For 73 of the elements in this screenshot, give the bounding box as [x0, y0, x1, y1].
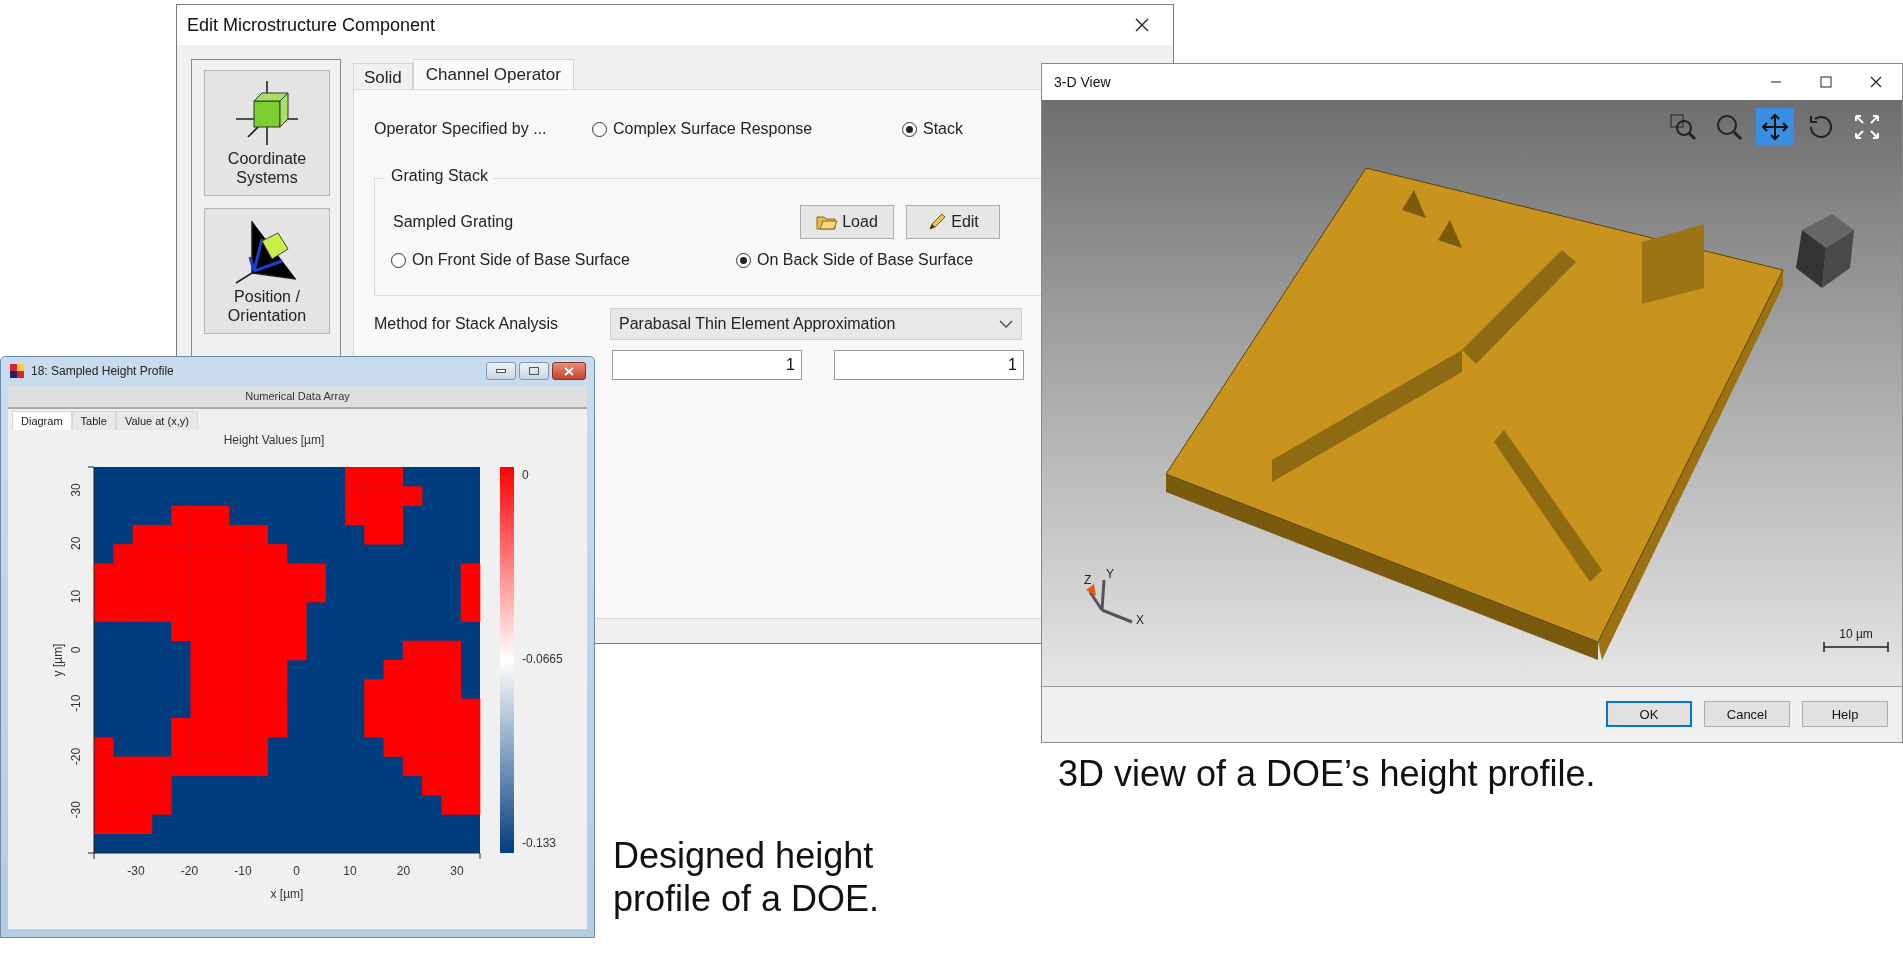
input-field[interactable]: 1: [612, 350, 802, 380]
window-title: Edit Microstructure Component: [187, 14, 436, 36]
dialog-button[interactable]: OK: [1606, 701, 1692, 727]
window-title: 18: Sampled Height Profile: [31, 364, 175, 378]
caption: 3D view of a DOE’s height profile.: [1058, 752, 1596, 796]
tick-label: 10: [69, 589, 83, 604]
colorbar-label: -0.133: [522, 836, 557, 850]
folder-icon: [816, 213, 839, 231]
caption: Designed height profile of a DOE.: [613, 834, 881, 921]
tick-label: -30: [69, 801, 83, 819]
chart-title: Height Values [µm]: [223, 433, 325, 447]
chevron-down-icon: [999, 320, 1013, 328]
tick-label: 30: [69, 483, 83, 497]
tick-label: 0: [293, 864, 300, 878]
close-icon: [564, 366, 574, 376]
axis-label: X: [1136, 613, 1144, 627]
axis-label: y [µm]: [51, 643, 65, 677]
group-title: Grating Stack: [385, 167, 494, 185]
toolbar-button[interactable]: Edit: [906, 205, 1000, 239]
search-icon: [1715, 113, 1743, 141]
field-label: Operator Specified by ...: [374, 120, 548, 138]
toolbar-button[interactable]: Load: [800, 205, 894, 239]
axis-label: Y: [1106, 567, 1114, 581]
tick-label: -20: [69, 747, 83, 766]
item-label: Sampled Grating: [393, 213, 515, 231]
tick-label: 0: [69, 646, 83, 654]
scale-bar: [1823, 641, 1889, 653]
maximize-icon: [529, 367, 539, 375]
close-button[interactable]: [552, 362, 586, 380]
tab[interactable]: Diagram: [12, 411, 72, 430]
pencil-icon: [927, 212, 948, 232]
tick-label: 20: [69, 536, 83, 550]
tab[interactable]: Solid: [353, 63, 413, 89]
dialog-button[interactable]: Help: [1802, 701, 1888, 727]
colorbar-label: 0: [522, 468, 529, 482]
tick-label: -10: [69, 694, 83, 712]
zoom-region-icon: [1669, 113, 1697, 141]
rotate-icon: [1807, 113, 1835, 141]
sidebar-button[interactable]: Coordinate Systems: [204, 70, 330, 196]
maximize-button[interactable]: [519, 362, 549, 380]
app-icon: [9, 363, 25, 379]
toolbar-button[interactable]: [1756, 108, 1794, 146]
tab[interactable]: Value at (x,y): [115, 411, 198, 430]
scale-label: 10 µm: [1839, 627, 1873, 641]
tick-label: 20: [396, 864, 411, 878]
close-icon[interactable]: [1870, 76, 1882, 88]
close-icon[interactable]: [1135, 18, 1149, 32]
colorbar-label: -0.0665: [522, 652, 563, 666]
move-icon: [1761, 113, 1789, 141]
radio-option[interactable]: On Back Side of Base Surface: [736, 251, 974, 269]
tick-label: -30: [127, 864, 145, 878]
radio-option[interactable]: Complex Surface Response: [592, 120, 902, 138]
dialog-button[interactable]: Cancel: [1704, 701, 1790, 727]
tab[interactable]: Channel Operator: [412, 59, 574, 89]
dropdown[interactable]: Parabasal Thin Element Approximation: [610, 308, 1022, 340]
radio-option[interactable]: On Front Side of Base Surface: [391, 251, 736, 269]
axis-label: x [µm]: [270, 887, 304, 901]
minimize-button[interactable]: [486, 362, 516, 380]
input-field[interactable]: 1: [834, 350, 1024, 380]
tick-label: 10: [343, 864, 357, 878]
tick-label: 30: [450, 864, 464, 878]
axis-label: Z: [1084, 573, 1092, 587]
field-label: Method for Stack Analysis: [374, 315, 560, 333]
minimize-icon: [496, 369, 506, 373]
tick-label: -10: [234, 864, 252, 878]
panel-header: Numerical Data Array: [8, 385, 587, 409]
tab[interactable]: Table: [71, 411, 116, 430]
sidebar-button[interactable]: Position / Orientation: [204, 208, 330, 334]
expand-icon: [1853, 113, 1881, 141]
tick-label: -20: [180, 864, 199, 878]
radio-option[interactable]: Stack: [902, 120, 963, 138]
window-title: 3-D View: [1054, 74, 1111, 90]
maximize-icon[interactable]: [1820, 76, 1832, 88]
